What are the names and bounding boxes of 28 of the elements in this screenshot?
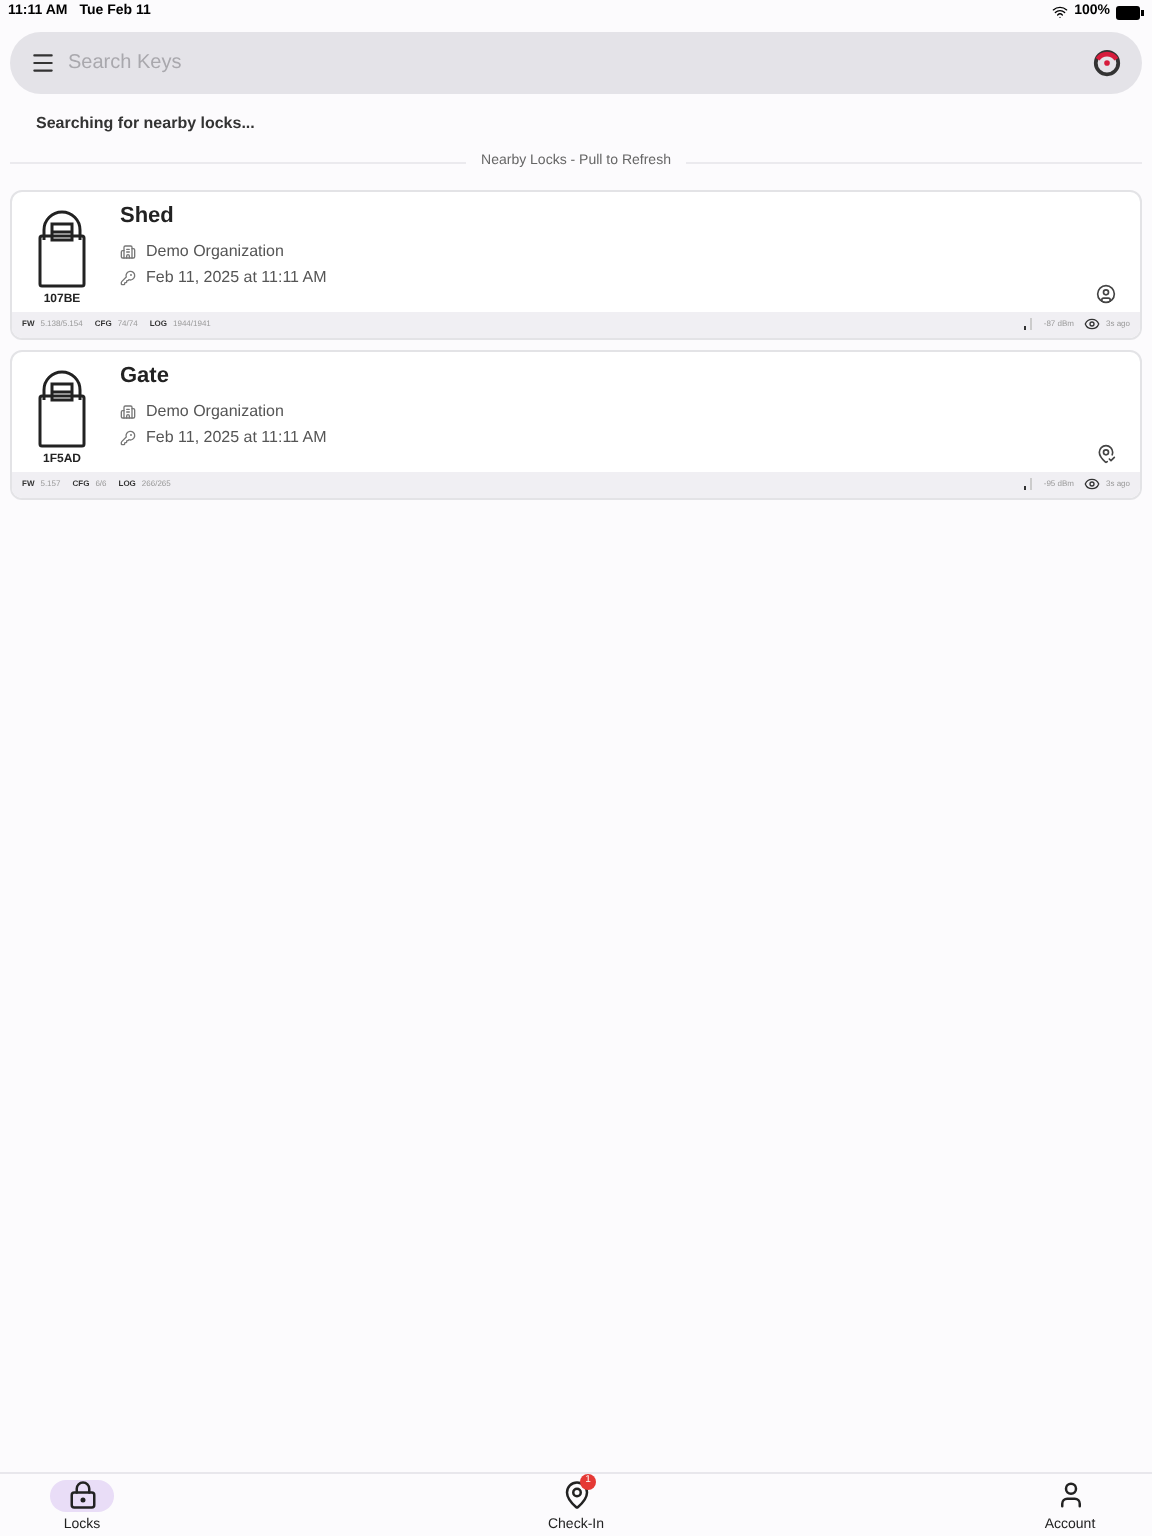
wifi-icon (1052, 4, 1069, 20)
eye-icon (1083, 476, 1100, 492)
scan-status: Searching for nearby locks... (36, 112, 257, 136)
padlock-icon (67, 1480, 97, 1511)
signal-icon (1023, 318, 1034, 330)
location-pin-icon (561, 1480, 591, 1511)
menu-icon[interactable] (30, 50, 56, 76)
organization-name: Demo Organization (146, 240, 284, 264)
person-icon (1096, 283, 1116, 303)
location-pin-icon (1096, 443, 1116, 463)
search-field[interactable]: Search Keys (68, 48, 1092, 78)
padlock-icon (36, 207, 88, 287)
padlock-icon (36, 367, 88, 447)
last-access-time: Feb 11, 2025 at 11:11 AM (146, 426, 327, 450)
key-icon (120, 430, 136, 446)
person-icon (1055, 1480, 1085, 1511)
eye-icon (1083, 316, 1100, 332)
organization-name: Demo Organization (146, 400, 284, 424)
building-icon (120, 404, 136, 420)
last-access-time: Feb 11, 2025 at 11:11 AM (146, 266, 327, 290)
key-icon (120, 270, 136, 286)
signal-icon (1023, 478, 1034, 490)
scan-icon[interactable] (1092, 48, 1122, 78)
battery-icon (1116, 5, 1144, 19)
lock-name: Gate (120, 361, 171, 391)
search-bar[interactable]: Search Keys (10, 32, 1142, 94)
lock-name: Shed (120, 201, 176, 231)
building-icon (120, 244, 136, 260)
